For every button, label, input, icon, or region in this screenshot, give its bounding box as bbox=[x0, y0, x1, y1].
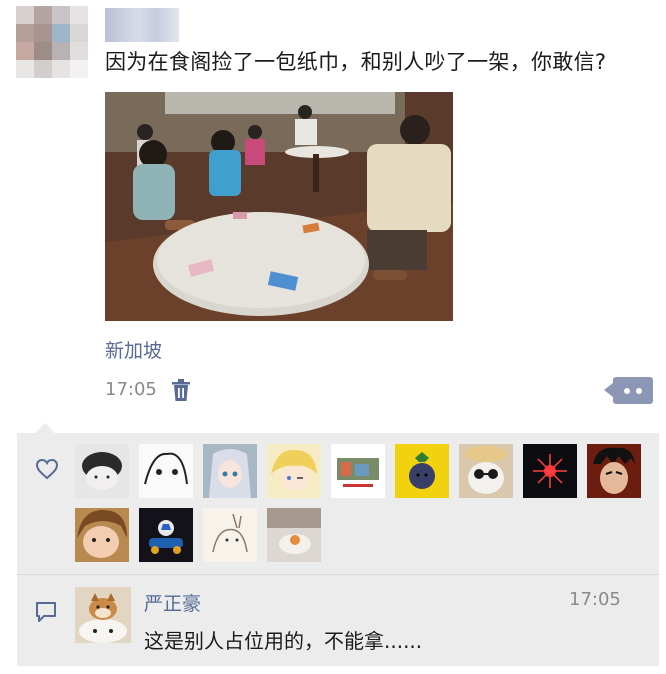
liker-avatar[interactable] bbox=[139, 508, 193, 562]
comment-text[interactable]: 这是别人占位用的，不能拿...... bbox=[144, 625, 422, 654]
comment-time: 17:05 bbox=[569, 589, 621, 610]
commenter-avatar[interactable] bbox=[75, 587, 131, 643]
author-name[interactable] bbox=[105, 8, 179, 42]
commenter-name[interactable]: 严正豪 bbox=[144, 589, 201, 616]
author-avatar[interactable] bbox=[16, 6, 88, 78]
trash-icon[interactable] bbox=[170, 378, 192, 402]
more-dots-icon[interactable] bbox=[604, 377, 653, 404]
liker-avatar[interactable] bbox=[267, 508, 321, 562]
heart-icon bbox=[35, 458, 59, 480]
location-link[interactable]: 新加坡 bbox=[105, 336, 162, 363]
interaction-panel: 严正豪 17:05 这是别人占位用的，不能拿...... bbox=[17, 423, 659, 666]
liker-avatar[interactable] bbox=[75, 508, 129, 562]
panel-divider bbox=[17, 574, 659, 575]
liker-avatar[interactable] bbox=[395, 444, 449, 498]
liker-avatar[interactable] bbox=[331, 444, 385, 498]
post-photo[interactable] bbox=[105, 92, 453, 321]
liker-avatar[interactable] bbox=[587, 444, 641, 498]
liker-avatar[interactable] bbox=[139, 444, 193, 498]
liker-avatar[interactable] bbox=[203, 508, 257, 562]
liker-avatar[interactable] bbox=[523, 444, 577, 498]
comment-icon bbox=[35, 601, 57, 623]
liker-avatar[interactable] bbox=[459, 444, 513, 498]
liker-avatar[interactable] bbox=[75, 444, 129, 498]
post-time: 17:05 bbox=[105, 379, 157, 400]
post-text: 因为在食阁捡了一包纸巾，和别人吵了一架，你敢信? bbox=[105, 50, 607, 74]
moments-post: 因为在食阁捡了一包纸巾，和别人吵了一架，你敢信? 新加坡 17:05 严正豪 1… bbox=[0, 0, 666, 674]
liker-avatar[interactable] bbox=[203, 444, 257, 498]
liker-avatar[interactable] bbox=[267, 444, 321, 498]
